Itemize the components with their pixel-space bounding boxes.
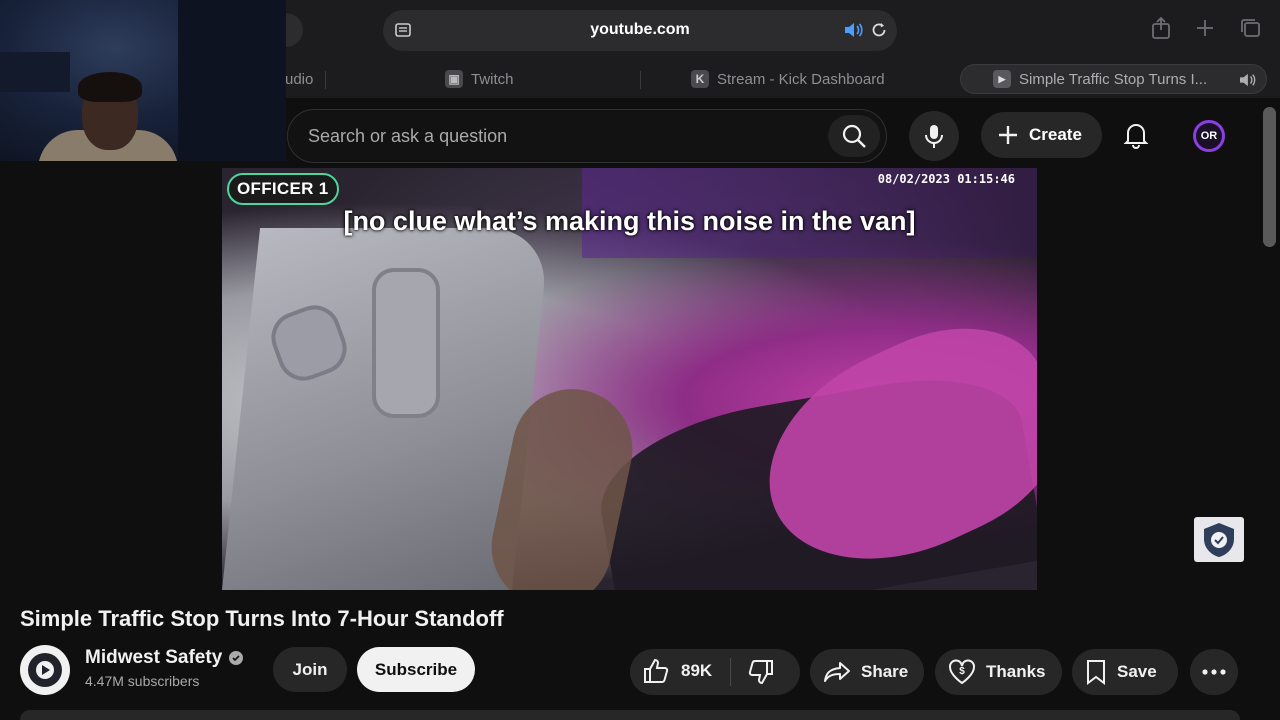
channel-name-text: Midwest Safety	[85, 647, 223, 668]
search-input[interactable]: Search or ask a question	[308, 126, 507, 147]
create-label: Create	[1029, 125, 1082, 144]
bodycam-timestamp: 08/02/2023 01:15:46	[877, 172, 1015, 186]
share-button[interactable]: Share	[810, 649, 924, 695]
new-tab-icon[interactable]	[1194, 16, 1216, 40]
channel-name[interactable]: Midwest Safety	[85, 647, 244, 669]
tab-twitch[interactable]: ▣ Twitch	[445, 64, 514, 94]
webcam-person	[78, 72, 142, 102]
join-button[interactable]: Join	[273, 647, 347, 692]
address-bar[interactable]: youtube.com	[383, 10, 897, 51]
search-icon	[842, 124, 866, 148]
account-avatar[interactable]: OR	[1193, 120, 1225, 152]
tab-divider	[640, 71, 641, 89]
save-button[interactable]: Save	[1072, 649, 1178, 695]
tab-youtube-active[interactable]: ▶ Simple Traffic Stop Turns I...	[960, 64, 1267, 94]
like-count: 89K	[681, 661, 713, 680]
tab-overview-icon[interactable]	[1238, 16, 1262, 40]
thumbs-down-icon[interactable]	[748, 659, 774, 685]
toolbar-actions	[1150, 16, 1262, 40]
shield-logo-icon	[1204, 522, 1234, 557]
thumbs-up-icon	[644, 658, 669, 683]
avatar-initials: OR	[1200, 130, 1218, 142]
more-horizontal-icon	[1202, 669, 1226, 675]
like-button[interactable]: 89K	[643, 658, 712, 684]
channel-avatar[interactable]	[20, 645, 70, 695]
subscriber-count: 4.47M subscribers	[85, 673, 200, 689]
url-text: youtube.com	[590, 21, 690, 38]
more-actions-button[interactable]	[1190, 649, 1238, 695]
share-icon[interactable]	[1150, 16, 1172, 40]
search-button[interactable]	[828, 115, 880, 157]
microphone-icon	[925, 125, 943, 148]
like-dislike-group: 89K	[630, 649, 800, 695]
webcam-background	[178, 0, 286, 161]
channel-logo-icon	[28, 653, 62, 687]
webcam-overlay	[0, 0, 286, 161]
description-box[interactable]	[20, 710, 1240, 720]
save-label: Save	[1117, 662, 1157, 681]
video-frame	[372, 268, 440, 418]
plus-icon	[999, 126, 1017, 144]
channel-watermark[interactable]	[1194, 517, 1244, 562]
kick-icon: K	[691, 70, 709, 88]
reload-icon[interactable]	[870, 21, 888, 39]
voice-search-button[interactable]	[909, 111, 959, 161]
tab-kick-dashboard[interactable]: K Stream - Kick Dashboard	[691, 64, 885, 94]
svg-text:$: $	[959, 666, 965, 677]
page-scrollbar[interactable]	[1263, 107, 1276, 247]
webcam-background	[0, 52, 70, 92]
create-button[interactable]: Create	[981, 112, 1102, 158]
video-player[interactable]: OFFICER 1 08/02/2023 01:15:46 [no clue w…	[222, 168, 1037, 590]
subscribe-button[interactable]: Subscribe	[357, 647, 475, 692]
twitch-icon: ▣	[445, 70, 463, 88]
notifications-bell-icon[interactable]	[1123, 121, 1149, 149]
share-arrow-icon	[824, 662, 850, 682]
youtube-icon: ▶	[993, 70, 1011, 88]
tab-label: Stream - Kick Dashboard	[717, 70, 885, 88]
heart-dollar-icon: $	[949, 659, 975, 685]
search-box[interactable]: Search or ask a question	[287, 109, 887, 163]
thanks-label: Thanks	[986, 662, 1046, 681]
tab-label: Twitch	[471, 70, 514, 88]
tab-divider	[325, 71, 326, 89]
thanks-button[interactable]: $ Thanks	[935, 649, 1062, 695]
officer-label: OFFICER 1	[227, 173, 339, 205]
like-divider	[730, 658, 731, 686]
tab-udio[interactable]: udio	[285, 64, 313, 94]
video-caption: [no clue what’s making this noise in the…	[343, 206, 916, 236]
verified-icon	[229, 651, 244, 665]
tab-label: Simple Traffic Stop Turns I...	[1019, 70, 1208, 88]
video-title: Simple Traffic Stop Turns Into 7-Hour St…	[20, 606, 504, 631]
audio-playing-icon[interactable]	[843, 22, 863, 38]
tab-audio-icon[interactable]	[1238, 73, 1256, 87]
tab-label: udio	[285, 70, 314, 88]
share-label: Share	[861, 662, 909, 681]
bookmark-icon	[1087, 660, 1105, 685]
